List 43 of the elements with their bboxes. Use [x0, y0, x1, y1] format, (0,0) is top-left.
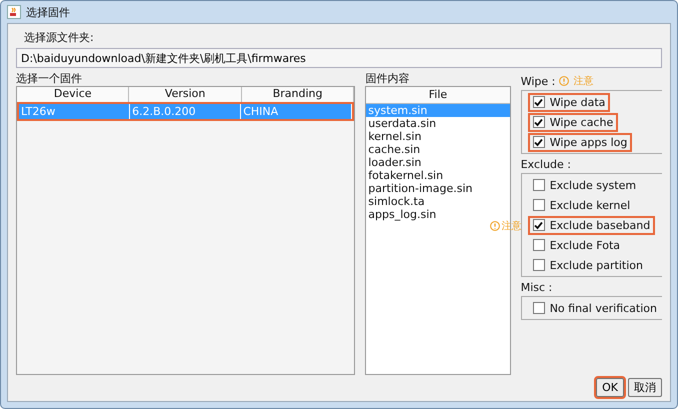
group-label: Wipe : [520, 74, 556, 88]
source-label: 选择源文件夹: [23, 30, 95, 46]
file-item[interactable]: partition-image.sin [366, 182, 510, 195]
warning-note: 注意 [573, 74, 594, 88]
checkmark-icon [534, 118, 544, 126]
coffee-cup-icon [7, 5, 21, 19]
file-item[interactable]: fotakernel.sin [366, 169, 510, 182]
file-item[interactable]: apps_log.sin [366, 208, 510, 221]
file-item[interactable]: loader.sin [366, 156, 510, 169]
checkbox[interactable]: Exclude baseband [528, 216, 656, 234]
warning-icon [559, 76, 570, 86]
table-cell: LT26w [19, 104, 130, 119]
dialog-button[interactable]: OK [596, 378, 624, 397]
window-title: 选择固件 [26, 4, 70, 20]
file-item[interactable]: cache.sin [366, 143, 510, 156]
group-label: Exclude : [520, 158, 571, 170]
checkmark-icon [534, 220, 544, 230]
table-cell: 6.2.B.0.200 [130, 104, 242, 119]
checkbox[interactable]: Exclude system [528, 176, 642, 194]
dialog-button[interactable]: 取消 [628, 378, 662, 397]
group-label: Misc : [520, 280, 552, 294]
checkbox[interactable]: Wipe cache [528, 112, 618, 132]
content-label: 固件内容 [365, 71, 410, 86]
checkbox[interactable]: Wipe apps log [528, 132, 632, 152]
checkbox[interactable]: Exclude kernel [528, 196, 636, 214]
column-header[interactable]: Version [129, 87, 242, 103]
warning-note: 注意 [502, 220, 522, 233]
checkbox[interactable]: Exclude partition [528, 256, 648, 274]
firmware-label: 选择一个固件 [16, 71, 83, 86]
checkmark-icon [534, 138, 544, 146]
warning-icon [490, 221, 500, 231]
column-header[interactable]: File [366, 87, 510, 104]
checkbox[interactable]: Exclude Fota [528, 236, 626, 254]
file-item[interactable]: userdata.sin [366, 117, 510, 130]
file-item[interactable]: simlock.ta [366, 195, 510, 208]
column-header[interactable]: Device [17, 87, 130, 103]
path-field[interactable]: D:\baiduyundownload\新建文件夹\刷机工具\firmwares [16, 48, 662, 68]
checkbox[interactable]: No final verification [528, 298, 662, 318]
table-cell: CHINA [241, 104, 352, 119]
checkmark-icon [534, 98, 544, 106]
file-item[interactable]: kernel.sin [366, 130, 510, 143]
checkbox[interactable]: Wipe data [528, 92, 610, 112]
column-header[interactable]: Branding [242, 87, 354, 103]
